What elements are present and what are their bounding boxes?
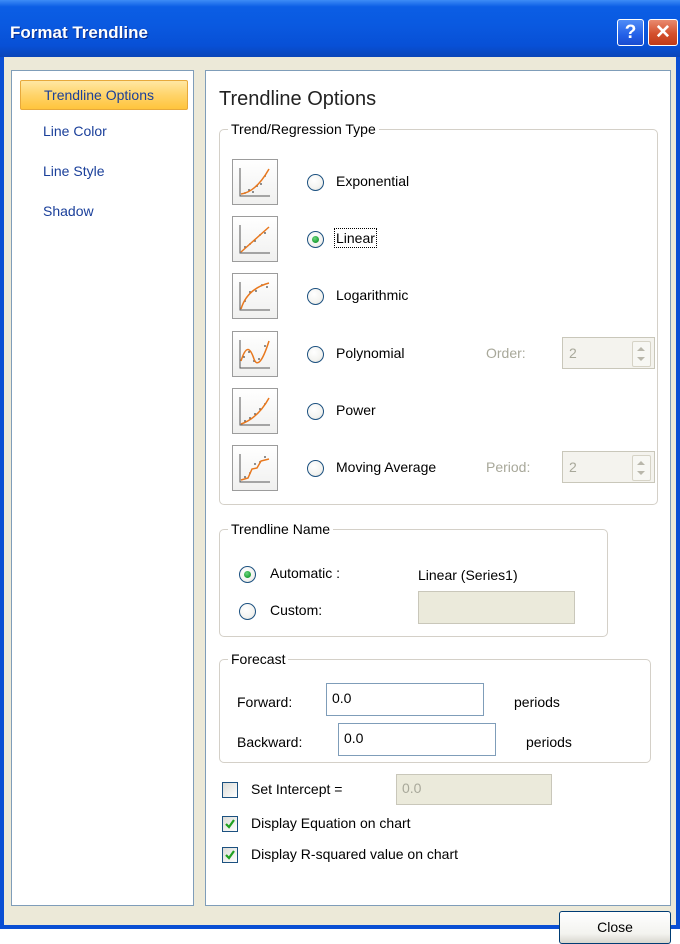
exponential-trend-icon[interactable] xyxy=(232,159,278,205)
custom-name-field[interactable] xyxy=(418,591,575,624)
forward-label: Forward: xyxy=(237,694,293,710)
order-label: Order: xyxy=(486,345,526,361)
backward-label: Backward: xyxy=(237,734,303,750)
automatic-label: Automatic : xyxy=(270,565,341,581)
set-intercept-checkbox[interactable] xyxy=(222,782,238,798)
automatic-name-radio[interactable] xyxy=(239,566,256,583)
regression-type-legend: Trend/Regression Type xyxy=(231,121,376,137)
display-rsquared-checkbox[interactable] xyxy=(222,847,238,863)
set-intercept-label: Set Intercept = xyxy=(251,781,343,797)
close-button[interactable]: Close xyxy=(559,911,671,944)
radio-selected-dot xyxy=(312,236,319,243)
logarithmic-label: Logarithmic xyxy=(336,287,409,303)
display-equation-checkbox[interactable] xyxy=(222,816,238,832)
nav-item-line-color[interactable]: Line Color xyxy=(20,117,188,147)
linear-trend-icon[interactable] xyxy=(232,216,278,262)
polynomial-label: Polynomial xyxy=(336,345,405,361)
pane-title: Trendline Options xyxy=(219,88,377,110)
nav-item-shadow[interactable]: Shadow xyxy=(20,197,188,227)
format-trendline-dialog: Format Trendline ? ✕ Trendline Options L… xyxy=(0,0,680,944)
automatic-name-value: Linear (Series1) xyxy=(418,567,518,583)
period-value: 2 xyxy=(569,459,577,475)
polynomial-trend-icon[interactable] xyxy=(232,331,278,377)
forward-input[interactable]: 0.0 xyxy=(326,683,484,716)
exponential-radio[interactable] xyxy=(307,174,324,191)
moving-average-trend-icon[interactable] xyxy=(232,445,278,491)
period-stepper[interactable]: 2 xyxy=(562,451,655,483)
exponential-label: Exponential xyxy=(336,173,410,189)
title-bar[interactable]: Format Trendline ? ✕ xyxy=(0,0,680,57)
category-list: Trendline Options Line Color Line Style … xyxy=(11,70,194,906)
set-intercept-input[interactable]: 0.0 xyxy=(396,774,552,805)
custom-name-radio[interactable] xyxy=(239,603,256,620)
logarithmic-radio[interactable] xyxy=(307,288,324,305)
backward-input[interactable]: 0.0 xyxy=(338,723,496,756)
linear-radio[interactable] xyxy=(307,231,324,248)
options-pane: Trendline Options Trend/Regression Type … xyxy=(205,70,671,906)
order-stepper[interactable]: 2 xyxy=(562,337,655,369)
linear-label: Linear xyxy=(334,228,377,248)
order-spin-arrows-icon[interactable] xyxy=(632,341,651,367)
moving-average-radio[interactable] xyxy=(307,460,324,477)
custom-label: Custom: xyxy=(270,602,323,618)
window-title: Format Trendline xyxy=(10,23,148,42)
logarithmic-trend-icon[interactable] xyxy=(232,273,278,319)
nav-item-line-style[interactable]: Line Style xyxy=(20,157,188,187)
nav-item-trendline-options[interactable]: Trendline Options xyxy=(20,80,188,110)
check-icon xyxy=(225,819,235,829)
power-trend-icon[interactable] xyxy=(232,388,278,434)
display-rsquared-label: Display R-squared value on chart xyxy=(251,846,458,862)
power-radio[interactable] xyxy=(307,403,324,420)
display-equation-label: Display Equation on chart xyxy=(251,815,411,831)
help-button[interactable]: ? xyxy=(617,19,644,46)
order-value: 2 xyxy=(569,345,577,361)
backward-periods-label: periods xyxy=(526,734,572,750)
check-icon xyxy=(225,850,235,860)
window-close-button[interactable]: ✕ xyxy=(648,19,678,46)
trendline-name-legend: Trendline Name xyxy=(231,521,331,537)
moving-average-label: Moving Average xyxy=(336,459,437,475)
power-label: Power xyxy=(336,402,376,418)
forecast-legend: Forecast xyxy=(231,651,286,667)
period-label: Period: xyxy=(486,459,531,475)
polynomial-radio[interactable] xyxy=(307,346,324,363)
radio-selected-dot xyxy=(244,571,251,578)
forward-periods-label: periods xyxy=(514,694,560,710)
regression-type-group: Trend/Regression Type xyxy=(219,121,658,505)
period-spin-arrows-icon[interactable] xyxy=(632,455,651,481)
